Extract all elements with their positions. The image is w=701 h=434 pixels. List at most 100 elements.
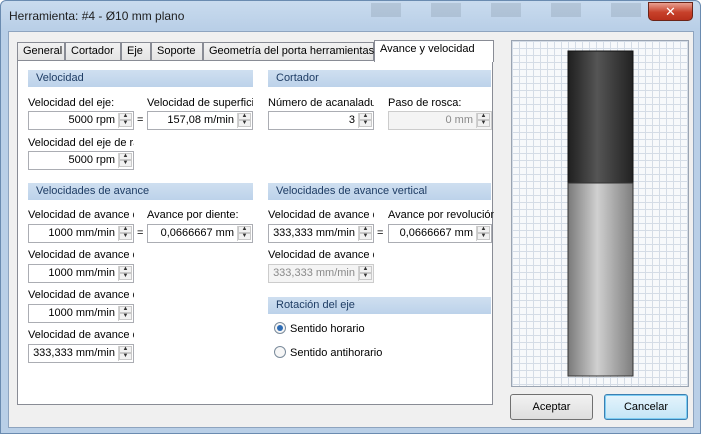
ramp-feed-label: Velocidad de avance d: [28, 329, 134, 341]
spin-down-icon[interactable]: ▼: [477, 120, 490, 127]
spin-up-icon[interactable]: ▲: [119, 306, 132, 313]
flutes-input[interactable]: 3 ▲ ▼: [268, 111, 374, 130]
spin-down-icon[interactable]: ▼: [359, 273, 372, 280]
spin-up-icon[interactable]: ▲: [477, 113, 490, 120]
accept-button[interactable]: Aceptar: [510, 394, 593, 420]
spin-down-icon[interactable]: ▼: [477, 233, 490, 240]
spin-down-icon[interactable]: ▼: [119, 273, 132, 280]
section-cortador-header: Cortador: [268, 70, 491, 87]
ramp-spindle-value: 5000 rpm: [68, 154, 115, 166]
window-title: Herramienta: #4 - Ø10 mm plano: [9, 9, 185, 23]
tab-eje[interactable]: Eje: [121, 42, 151, 61]
spin-up-icon[interactable]: ▲: [477, 226, 490, 233]
surface-speed-input[interactable]: 157,08 m/min ▲ ▼: [147, 111, 253, 130]
exit-feed-input[interactable]: 1000 mm/min ▲ ▼: [28, 304, 134, 323]
cutting-feed-input[interactable]: 1000 mm/min ▲ ▼: [28, 224, 134, 243]
feed-per-tooth-input[interactable]: 0,0666667 mm ▲ ▼: [147, 224, 253, 243]
spin-up-icon[interactable]: ▲: [238, 226, 251, 233]
dialog-window: Herramienta: #4 - Ø10 mm plano ✕ General…: [0, 0, 701, 434]
section-avance-vertical-header: Velocidades de avance vertical: [268, 183, 491, 200]
retract-feed-label: Velocidad de avance d: [268, 249, 374, 261]
tab-avance-velocidad[interactable]: Avance y velocidad: [374, 40, 494, 62]
spin-up-icon[interactable]: ▲: [119, 266, 132, 273]
ramp-feed-stepper[interactable]: ▲ ▼: [118, 346, 132, 361]
spindle-speed-value: 5000 rpm: [68, 114, 115, 126]
spindle-speed-input[interactable]: 5000 rpm ▲ ▼: [28, 111, 134, 130]
ramp-spindle-input[interactable]: 5000 rpm ▲ ▼: [28, 151, 134, 170]
ramp-feed-input[interactable]: 333,333 mm/min ▲ ▼: [28, 344, 134, 363]
spin-down-icon[interactable]: ▼: [359, 120, 372, 127]
flutes-stepper[interactable]: ▲ ▼: [358, 113, 372, 128]
section-velocidad-header: Velocidad: [28, 70, 253, 87]
spin-down-icon[interactable]: ▼: [359, 233, 372, 240]
spin-up-icon[interactable]: ▲: [238, 113, 251, 120]
flutes-value: 3: [348, 114, 355, 126]
spin-down-icon[interactable]: ▼: [119, 233, 132, 240]
spin-down-icon[interactable]: ▼: [119, 353, 132, 360]
ramp-spindle-label: Velocidad del eje de ra: [28, 137, 134, 149]
equals-sign: =: [137, 227, 144, 239]
spin-down-icon[interactable]: ▼: [238, 120, 251, 127]
spin-up-icon[interactable]: ▲: [119, 153, 132, 160]
dialog-client-area: General Cortador Eje Soporte Geometría d…: [8, 31, 694, 428]
tab-soporte[interactable]: Soporte: [151, 42, 203, 61]
spin-down-icon[interactable]: ▼: [119, 313, 132, 320]
close-icon: ✕: [665, 4, 676, 19]
spindle-speed-label: Velocidad del eje:: [28, 97, 115, 109]
tool-holder-shape: [567, 50, 634, 184]
plunge-feed-stepper[interactable]: ▲ ▼: [358, 226, 372, 241]
ramp-spindle-stepper[interactable]: ▲ ▼: [118, 153, 132, 168]
flutes-label: Número de acanaladur: [268, 97, 374, 109]
radio-selected-icon[interactable]: [274, 322, 286, 334]
feed-per-rev-label: Avance por revolución: [388, 209, 494, 221]
title-bar[interactable]: Herramienta: #4 - Ø10 mm plano ✕: [1, 1, 700, 31]
radio-clockwise[interactable]: Sentido horario: [274, 322, 365, 335]
exit-feed-value: 1000 mm/min: [48, 307, 115, 319]
retract-feed-input[interactable]: 333,333 mm/min ▲ ▼: [268, 264, 374, 283]
tab-cortador[interactable]: Cortador: [65, 42, 121, 61]
background-window-blur: [371, 3, 641, 17]
ramp-feed-value: 333,333 mm/min: [33, 347, 115, 359]
spin-up-icon[interactable]: ▲: [119, 113, 132, 120]
equals-sign: =: [137, 114, 144, 126]
tab-geometria[interactable]: Geometría del porta herramientas: [203, 42, 374, 61]
plunge-feed-input[interactable]: 333,333 mm/min ▲ ▼: [268, 224, 374, 243]
close-button[interactable]: ✕: [648, 2, 693, 21]
feed-per-tooth-label: Avance por diente:: [147, 209, 239, 221]
feed-per-rev-stepper[interactable]: ▲ ▼: [476, 226, 490, 241]
radio-unselected-icon[interactable]: [274, 346, 286, 358]
thread-pitch-input[interactable]: 0 mm ▲ ▼: [388, 111, 492, 130]
feed-per-tooth-stepper[interactable]: ▲ ▼: [237, 226, 251, 241]
spin-up-icon[interactable]: ▲: [359, 266, 372, 273]
entry-feed-stepper[interactable]: ▲ ▼: [118, 266, 132, 281]
cutting-feed-stepper[interactable]: ▲ ▼: [118, 226, 132, 241]
spin-down-icon[interactable]: ▼: [119, 120, 132, 127]
tool-cutter-shape: [567, 182, 634, 377]
radio-clockwise-label: Sentido horario: [290, 323, 365, 335]
spindle-speed-stepper[interactable]: ▲ ▼: [118, 113, 132, 128]
radio-counterclockwise[interactable]: Sentido antihorario: [274, 346, 382, 359]
exit-feed-label: Velocidad de avance d: [28, 289, 134, 301]
spin-down-icon[interactable]: ▼: [119, 160, 132, 167]
tab-general[interactable]: General: [17, 42, 65, 61]
spin-down-icon[interactable]: ▼: [238, 233, 251, 240]
radio-counterclockwise-label: Sentido antihorario: [290, 347, 383, 359]
spin-up-icon[interactable]: ▲: [359, 113, 372, 120]
spin-up-icon[interactable]: ▲: [119, 346, 132, 353]
retract-feed-stepper[interactable]: ▲ ▼: [358, 266, 372, 281]
section-rotacion-header: Rotación del eje: [268, 297, 491, 314]
equals-sign: =: [377, 227, 384, 239]
entry-feed-input[interactable]: 1000 mm/min ▲ ▼: [28, 264, 134, 283]
surface-speed-stepper[interactable]: ▲ ▼: [237, 113, 251, 128]
exit-feed-stepper[interactable]: ▲ ▼: [118, 306, 132, 321]
surface-speed-label: Velocidad de superficie: [147, 97, 253, 109]
thread-pitch-stepper[interactable]: ▲ ▼: [476, 113, 490, 128]
feed-per-rev-value: 0,0666667 mm: [399, 227, 473, 239]
cancel-button[interactable]: Cancelar: [604, 394, 688, 420]
spin-up-icon[interactable]: ▲: [119, 226, 132, 233]
retract-feed-value: 333,333 mm/min: [273, 267, 355, 279]
feed-per-rev-input[interactable]: 0,0666667 mm ▲ ▼: [388, 224, 492, 243]
entry-feed-value: 1000 mm/min: [48, 267, 115, 279]
spin-up-icon[interactable]: ▲: [359, 226, 372, 233]
section-avance-header: Velocidades de avance: [28, 183, 253, 200]
